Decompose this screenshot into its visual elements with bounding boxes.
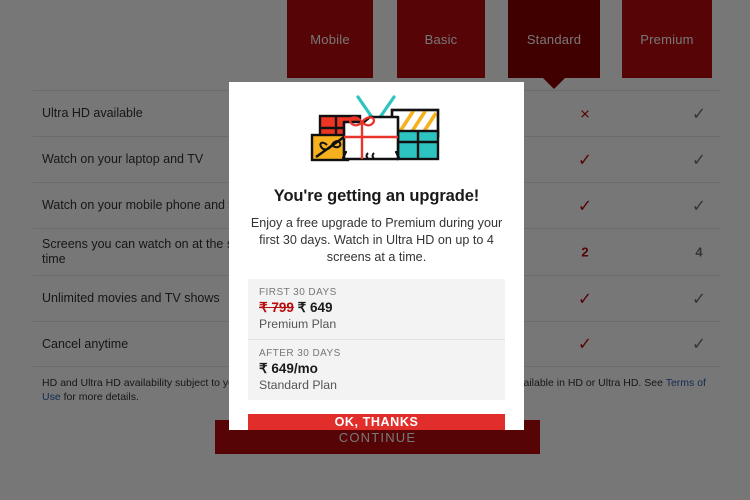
pricing-row-after-period: AFTER 30 DAYS ₹ 649/mo Standard Plan [248,339,505,400]
gift-boxes-illustration [302,95,452,175]
pricing-amount: ₹ 649/mo [259,361,494,377]
modal-title: You're getting an upgrade! [273,187,480,205]
pricing-amount: ₹ 799 ₹ 649 [259,300,494,316]
pricing-original-price: ₹ 799 [259,300,294,315]
pricing-plan-name: Premium Plan [259,317,337,331]
pricing-current-price: ₹ 649/mo [259,361,318,376]
pricing-plan-name: Standard Plan [259,378,337,392]
pricing-row-first-period: FIRST 30 DAYS ₹ 799 ₹ 649 Premium Plan [248,279,505,339]
pricing-current-price: ₹ 649 [297,300,333,315]
upgrade-modal: You're getting an upgrade! Enjoy a free … [229,82,524,430]
pricing-term-label: FIRST 30 DAYS [259,287,337,298]
pricing-term-label: AFTER 30 DAYS [259,348,341,359]
pricing-summary: FIRST 30 DAYS ₹ 799 ₹ 649 Premium Plan A… [248,279,505,400]
modal-description: Enjoy a free upgrade to Premium during y… [250,216,503,264]
ok-thanks-button[interactable]: OK, THANKS [248,414,505,430]
